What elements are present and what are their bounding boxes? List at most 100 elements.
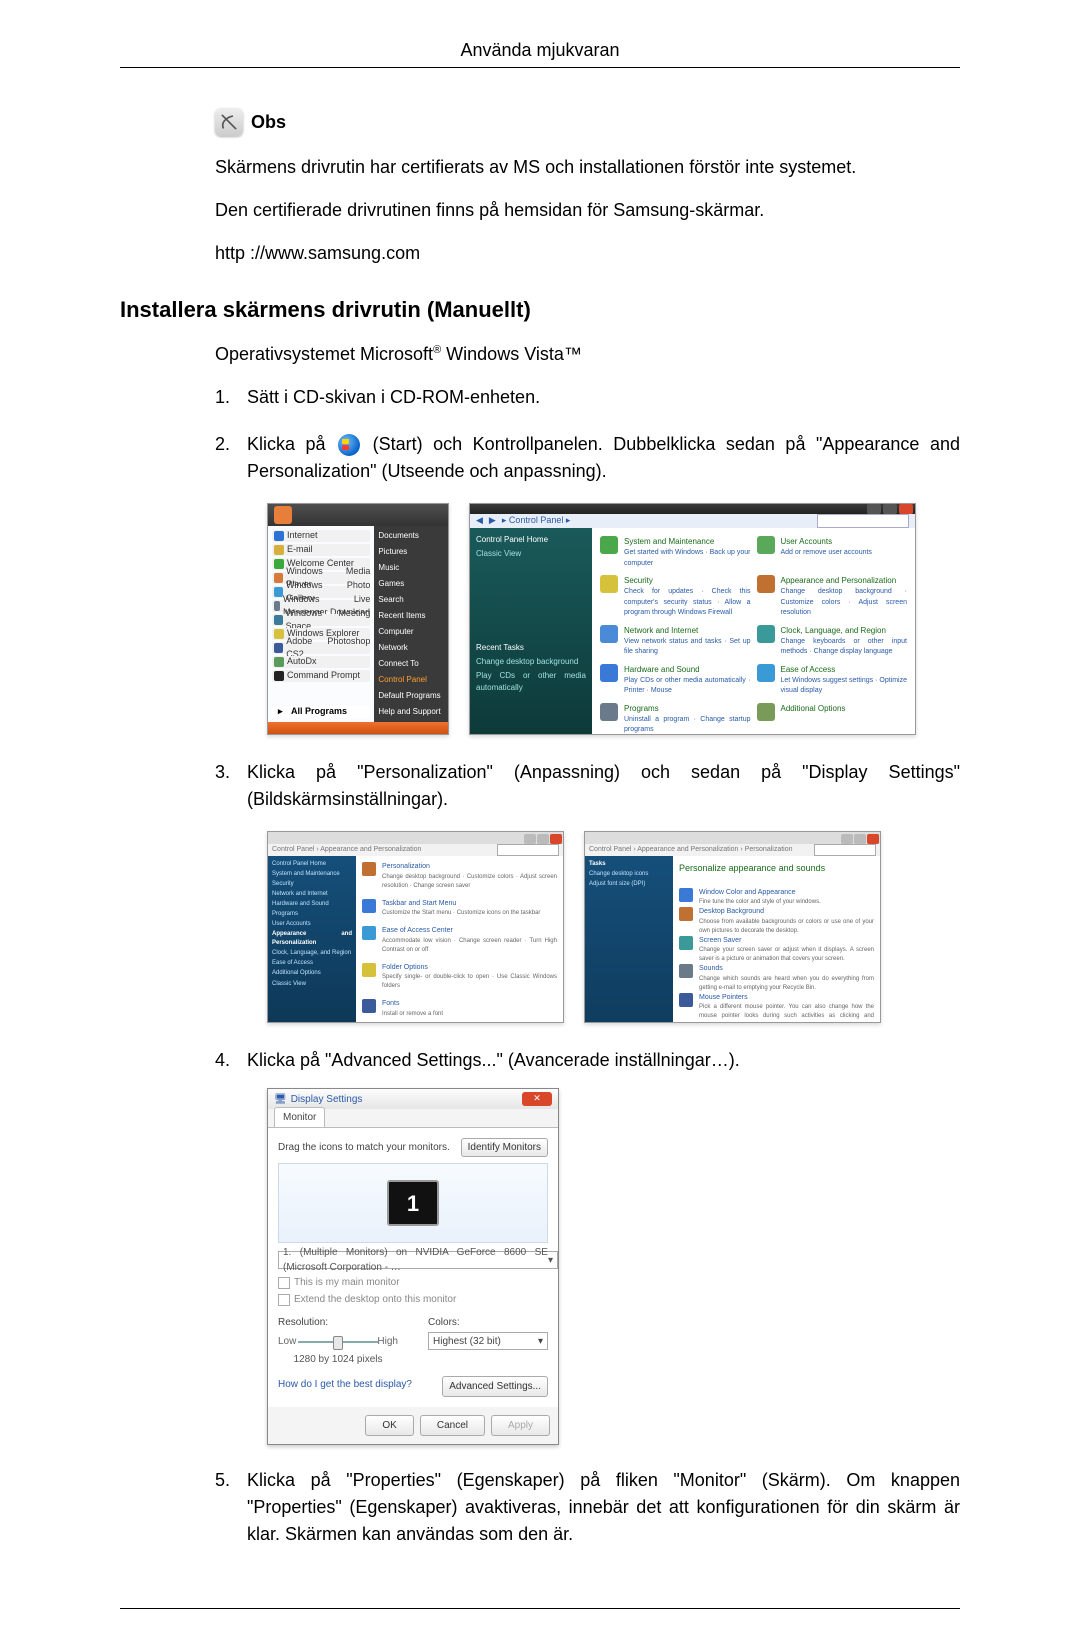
category-item[interactable]: SecurityCheck for updates · Check this c… [600, 575, 751, 619]
category-entry[interactable]: FontsInstall or remove a font [362, 999, 557, 1019]
search-input[interactable] [497, 844, 559, 856]
start-icon [338, 434, 360, 456]
sidebar-item[interactable]: Classic View [272, 980, 352, 989]
search-input[interactable] [814, 844, 876, 856]
program-item: Internet [272, 530, 370, 542]
step-2-text-a: Klicka på [247, 434, 336, 454]
breadcrumb: ▸ Control Panel ▸ [502, 514, 571, 528]
monitor-select[interactable]: 1. (Multiple Monitors) on NVIDIA GeForce… [278, 1251, 558, 1269]
minimize-button[interactable] [867, 504, 881, 514]
colors-select[interactable]: Highest (32 bit)▾ [428, 1332, 548, 1350]
screenshot-row-1: Internet E-mail Welcome Center Windows M… [267, 503, 960, 735]
category-item[interactable]: System and MaintenanceGet started with W… [600, 536, 751, 569]
start-menu-screenshot: Internet E-mail Welcome Center Windows M… [267, 503, 449, 735]
sidebar-item[interactable]: User Accounts [272, 920, 352, 929]
breadcrumb-bar: ◀ ▶ ▸ Control Panel ▸ [470, 514, 915, 528]
advanced-settings-button[interactable]: Advanced Settings... [442, 1376, 548, 1397]
footer-rule [120, 1608, 960, 1609]
note-line-2: Den certifierade drivrutinen finns på he… [215, 197, 960, 224]
resolution-slider[interactable]: Low High [278, 1332, 398, 1350]
resolution-column: Resolution: Low High 1280 by 1024 pixels [278, 1315, 398, 1367]
sidebar-item[interactable]: Additional Options [272, 969, 352, 978]
ok-button[interactable]: OK [365, 1415, 413, 1436]
category-item[interactable]: Ease of AccessLet Windows suggest settin… [757, 664, 908, 697]
page-header: Använda mjukvaran [120, 40, 960, 67]
main-pane: Personalize appearance and sounds Window… [673, 856, 880, 1023]
sidebar-item[interactable]: System and Maintenance [272, 870, 352, 879]
category-entry[interactable]: PersonalizationChange desktop background… [362, 862, 557, 891]
step-2: Klicka på (Start) och Kontrollpanelen. D… [215, 431, 960, 735]
close-button[interactable]: ✕ [522, 1092, 552, 1106]
personalization-entry[interactable]: SoundsChange which sounds are heard when… [679, 964, 874, 993]
category-item[interactable]: Additional Options [757, 703, 908, 736]
colors-column: Colors: Highest (32 bit)▾ [428, 1315, 548, 1367]
steps-list: Sätt i CD-skivan i CD-ROM-enheten. Klick… [215, 384, 960, 1548]
program-item: Adobe Photoshop CS2 [272, 642, 370, 654]
back-icon[interactable]: ◀ [476, 514, 483, 528]
category-entry[interactable]: Taskbar and Start MenuCustomize the Star… [362, 899, 557, 919]
note-url: http ://www.samsung.com [215, 240, 960, 267]
close-button[interactable] [867, 834, 879, 844]
main-pane: PersonalizationChange desktop background… [356, 856, 563, 1023]
display-settings-dialog: 🖥 Display Settings ✕ Monitor Drag the ic… [267, 1088, 559, 1445]
category-item[interactable]: User AccountsAdd or remove user accounts [757, 536, 908, 569]
sidebar-item[interactable]: Ease of Access [272, 959, 352, 968]
sidebar: Control Panel HomeSystem and Maintenance… [268, 856, 356, 1023]
close-button[interactable] [550, 834, 562, 844]
start-menu-footer [268, 722, 448, 734]
extend-desktop-checkbox: Extend the desktop onto this monitor [278, 1292, 548, 1307]
close-button[interactable] [899, 504, 913, 514]
sidebar-item[interactable]: Programs [272, 910, 352, 919]
category-item[interactable]: ProgramsUninstall a program · Change sta… [600, 703, 751, 736]
category-item[interactable]: Appearance and PersonalizationChange des… [757, 575, 908, 619]
note-icon [215, 108, 243, 136]
user-avatar [274, 506, 292, 524]
personalization-entry[interactable]: Desktop BackgroundChoose from available … [679, 907, 874, 936]
search-input[interactable] [817, 514, 909, 528]
category-item[interactable]: Clock, Language, and RegionChange keyboa… [757, 625, 908, 658]
category-item[interactable]: Network and InternetView network status … [600, 625, 751, 658]
sidebar-item[interactable]: Change desktop icons [589, 870, 669, 879]
tab-monitor[interactable]: Monitor [274, 1107, 325, 1127]
monitor-preview[interactable]: 1 [278, 1163, 548, 1243]
screenshot-row-2: Control Panel › Appearance and Personali… [267, 831, 960, 1023]
main-monitor-checkbox: This is my main monitor [278, 1275, 548, 1290]
control-panel-sidebar: Control Panel Home Classic View Recent T… [470, 528, 592, 735]
control-panel-categories: System and MaintenanceGet started with W… [592, 528, 915, 735]
program-item: Command Prompt [272, 670, 370, 682]
os-suffix: Windows Vista™ [441, 344, 582, 364]
personalization-entry[interactable]: Window Color and AppearanceFine tune the… [679, 888, 874, 908]
breadcrumb: Control Panel › Appearance and Personali… [589, 845, 793, 856]
sidebar-item[interactable]: Clock, Language, and Region [272, 949, 352, 958]
step-1: Sätt i CD-skivan i CD-ROM-enheten. [215, 384, 960, 411]
sidebar-item[interactable]: Hardware and Sound [272, 900, 352, 909]
maximize-button[interactable] [883, 504, 897, 514]
drag-instruction: Drag the icons to match your monitors. I… [278, 1138, 548, 1157]
sidebar-item[interactable]: Security [272, 880, 352, 889]
personalization-entry[interactable]: Screen SaverChange your screen saver or … [679, 936, 874, 965]
category-entry[interactable]: Ease of Access CenterAccommodate low vis… [362, 926, 557, 955]
sidebar-item[interactable]: Tasks [589, 860, 669, 869]
identify-monitors-button[interactable]: Identify Monitors [461, 1138, 548, 1157]
category-item[interactable]: Hardware and SoundPlay CDs or other medi… [600, 664, 751, 697]
personalization-entry[interactable]: Mouse PointersPick a different mouse poi… [679, 993, 874, 1024]
apply-button: Apply [491, 1415, 550, 1436]
note-block: Obs Skärmens drivrutin har certifierats … [215, 108, 960, 267]
personalization-screenshot: Control Panel › Appearance and Personali… [584, 831, 881, 1023]
note-label: Obs [251, 112, 286, 133]
os-line: Operativsystemet Microsoft® Windows Vist… [215, 341, 960, 368]
dialog-buttons: OK Cancel Apply [268, 1407, 558, 1444]
monitor-1-icon[interactable]: 1 [387, 1180, 439, 1226]
sidebar-item[interactable]: Network and Internet [272, 890, 352, 899]
window-titlebar [470, 504, 915, 514]
control-panel-link[interactable]: Control Panel [378, 674, 444, 686]
start-menu-header [268, 504, 448, 526]
sidebar-item[interactable]: Adjust font size (DPI) [589, 880, 669, 889]
control-panel-screenshot: ◀ ▶ ▸ Control Panel ▸ Control Panel Home… [469, 503, 916, 735]
category-entry[interactable]: Folder OptionsSpecify single- or double-… [362, 963, 557, 992]
cancel-button[interactable]: Cancel [420, 1415, 485, 1436]
sidebar: TasksChange desktop iconsAdjust font siz… [585, 856, 673, 1023]
sidebar-item[interactable]: Appearance and Personalization [272, 930, 352, 948]
sidebar-item[interactable]: Control Panel Home [272, 860, 352, 869]
forward-icon[interactable]: ▶ [489, 514, 496, 528]
